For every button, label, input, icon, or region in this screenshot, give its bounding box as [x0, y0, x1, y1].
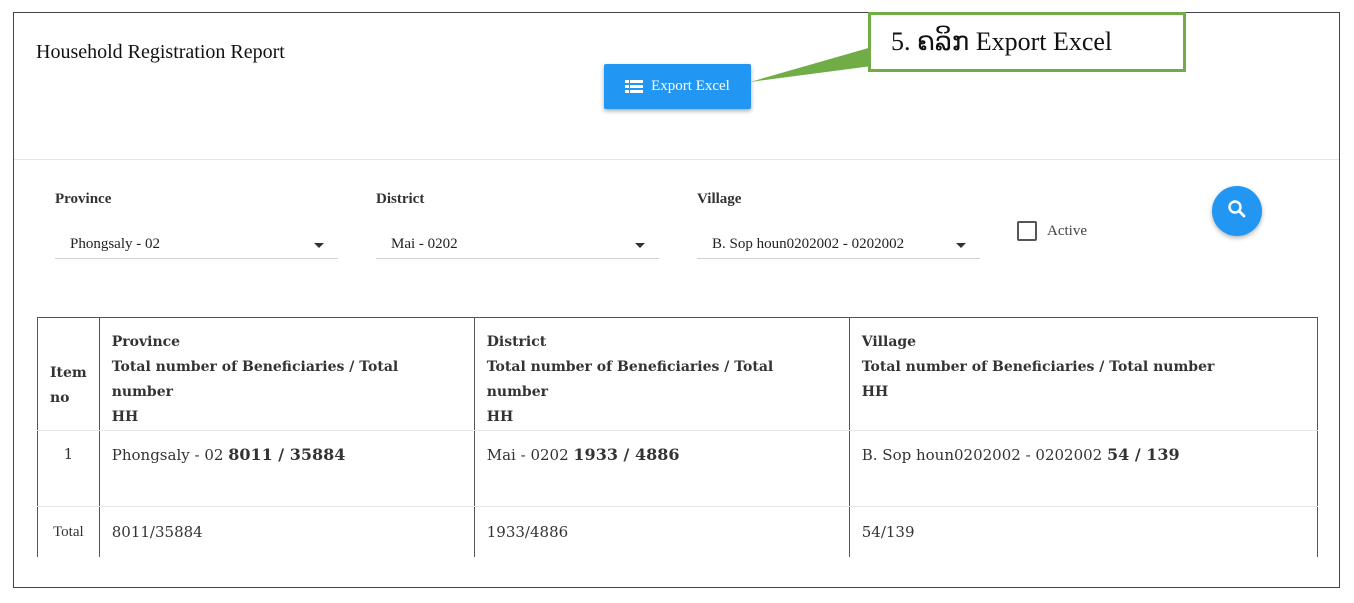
callout-pointer: [750, 47, 872, 82]
annotation-callout: 5. ຄລິກ Export Excel: [868, 12, 1186, 72]
